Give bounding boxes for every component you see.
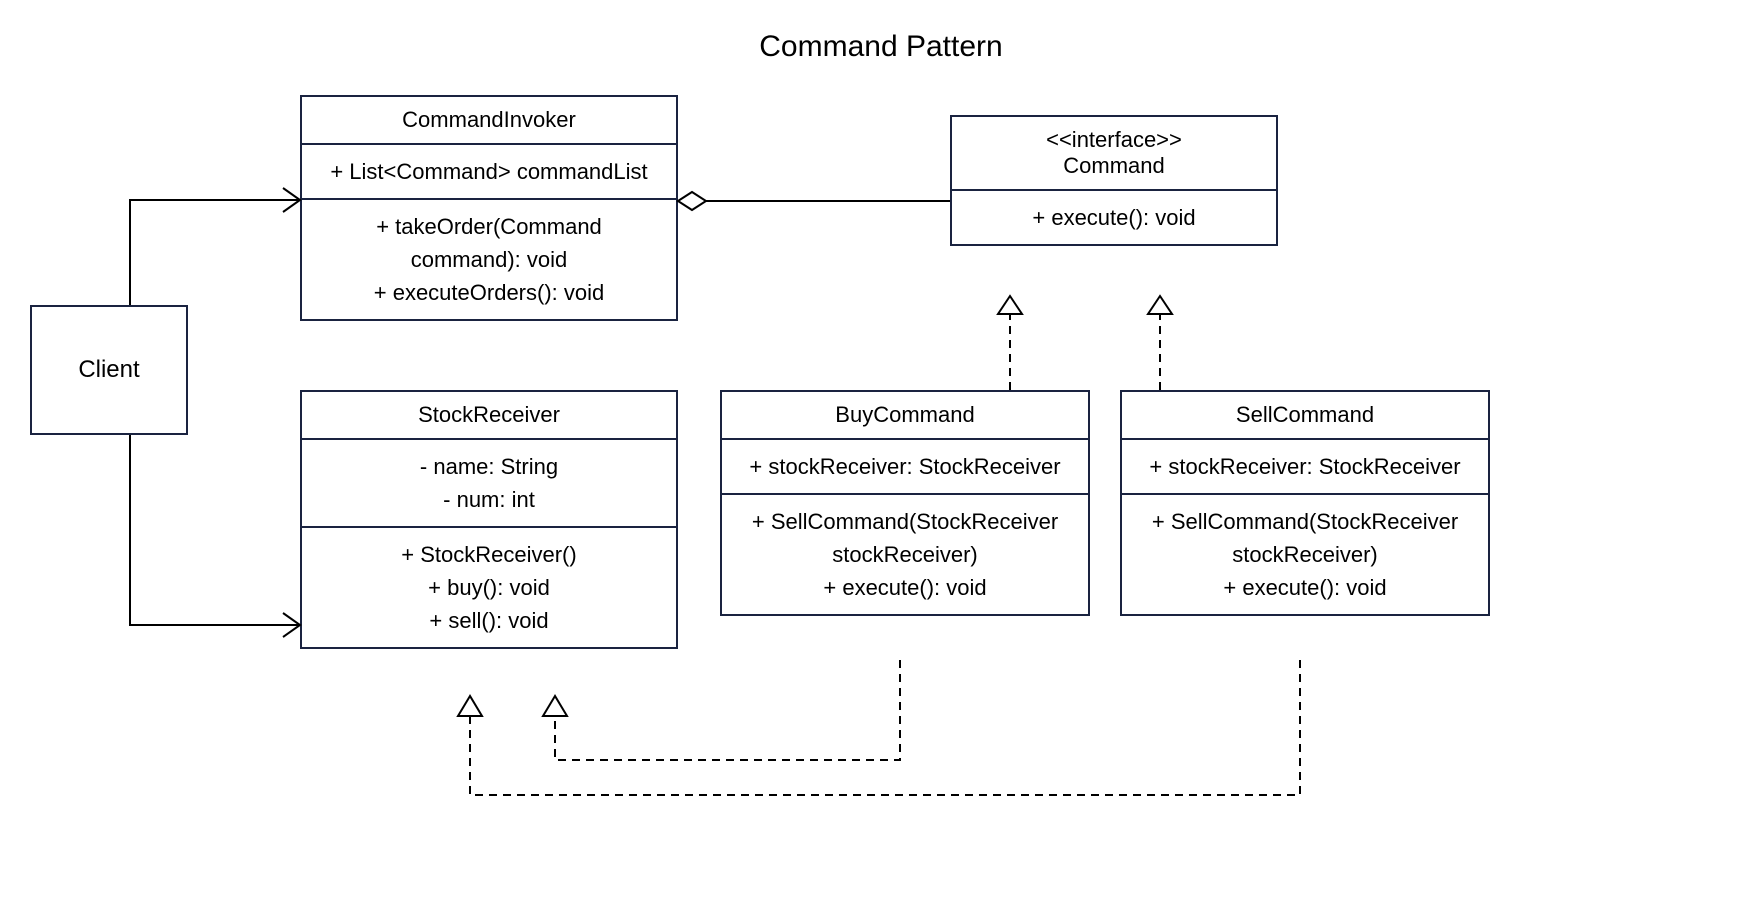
- command-invoker-op1: + takeOrder(Command: [316, 210, 662, 243]
- stock-receiver-attrs: - name: String - num: int: [302, 438, 676, 526]
- class-command-invoker: CommandInvoker + List<Command> commandLi…: [300, 95, 678, 321]
- stock-receiver-attr2: - num: int: [316, 483, 662, 516]
- dependency-sell-stock: [470, 660, 1300, 795]
- command-invoker-op1b: command): void: [316, 243, 662, 276]
- assoc-client-invoker: [130, 188, 300, 305]
- command-name: Command: [966, 153, 1262, 179]
- buy-command-op1: + SellCommand(StockReceiver: [736, 505, 1074, 538]
- class-command: <<interface>> Command + execute(): void: [950, 115, 1278, 246]
- class-client-name: Client: [78, 356, 139, 384]
- sell-command-name: SellCommand: [1122, 392, 1488, 438]
- dependency-buy-stock-arrowhead: [543, 696, 567, 716]
- sell-command-op1b: stockReceiver): [1136, 538, 1474, 571]
- aggregation-invoker-command: [678, 192, 950, 210]
- class-stock-receiver: StockReceiver - name: String - num: int …: [300, 390, 678, 649]
- command-invoker-attrs: + List<Command> commandList: [302, 143, 676, 198]
- buy-command-attr1: + stockReceiver: StockReceiver: [736, 450, 1074, 483]
- stock-receiver-ops: + StockReceiver() + buy(): void + sell()…: [302, 526, 676, 647]
- command-op1: + execute(): void: [966, 201, 1262, 234]
- command-invoker-op2: + executeOrders(): void: [316, 276, 662, 309]
- realization-buycommand-arrowhead: [998, 296, 1022, 314]
- diagram-canvas: Command Pattern Client CommandInvoker + …: [0, 0, 1762, 908]
- dependency-buy-stock: [555, 660, 900, 760]
- class-client: Client: [30, 305, 188, 435]
- stock-receiver-op2: + buy(): void: [316, 571, 662, 604]
- class-buy-command: BuyCommand + stockReceiver: StockReceive…: [720, 390, 1090, 616]
- command-stereotype: <<interface>>: [966, 127, 1262, 153]
- stock-receiver-op3: + sell(): void: [316, 604, 662, 637]
- sell-command-op1: + SellCommand(StockReceiver: [1136, 505, 1474, 538]
- sell-command-attrs: + stockReceiver: StockReceiver: [1122, 438, 1488, 493]
- dependency-sell-stock-arrowhead: [458, 696, 482, 716]
- assoc-client-stockreceiver: [130, 435, 300, 637]
- stock-receiver-name: StockReceiver: [302, 392, 676, 438]
- command-ops: + execute(): void: [952, 189, 1276, 244]
- command-invoker-name: CommandInvoker: [302, 97, 676, 143]
- realization-sellcommand-arrowhead: [1148, 296, 1172, 314]
- sell-command-attr1: + stockReceiver: StockReceiver: [1136, 450, 1474, 483]
- buy-command-op2: + execute(): void: [736, 571, 1074, 604]
- command-invoker-ops: + takeOrder(Command command): void + exe…: [302, 198, 676, 319]
- diagram-title: Command Pattern: [0, 30, 1762, 64]
- command-invoker-attr1: + List<Command> commandList: [316, 155, 662, 188]
- buy-command-name: BuyCommand: [722, 392, 1088, 438]
- stock-receiver-attr1: - name: String: [316, 450, 662, 483]
- buy-command-attrs: + stockReceiver: StockReceiver: [722, 438, 1088, 493]
- command-name-section: <<interface>> Command: [952, 117, 1276, 189]
- class-sell-command: SellCommand + stockReceiver: StockReceiv…: [1120, 390, 1490, 616]
- buy-command-op1b: stockReceiver): [736, 538, 1074, 571]
- stock-receiver-op1: + StockReceiver(): [316, 538, 662, 571]
- sell-command-op2: + execute(): void: [1136, 571, 1474, 604]
- buy-command-ops: + SellCommand(StockReceiver stockReceive…: [722, 493, 1088, 614]
- sell-command-ops: + SellCommand(StockReceiver stockReceive…: [1122, 493, 1488, 614]
